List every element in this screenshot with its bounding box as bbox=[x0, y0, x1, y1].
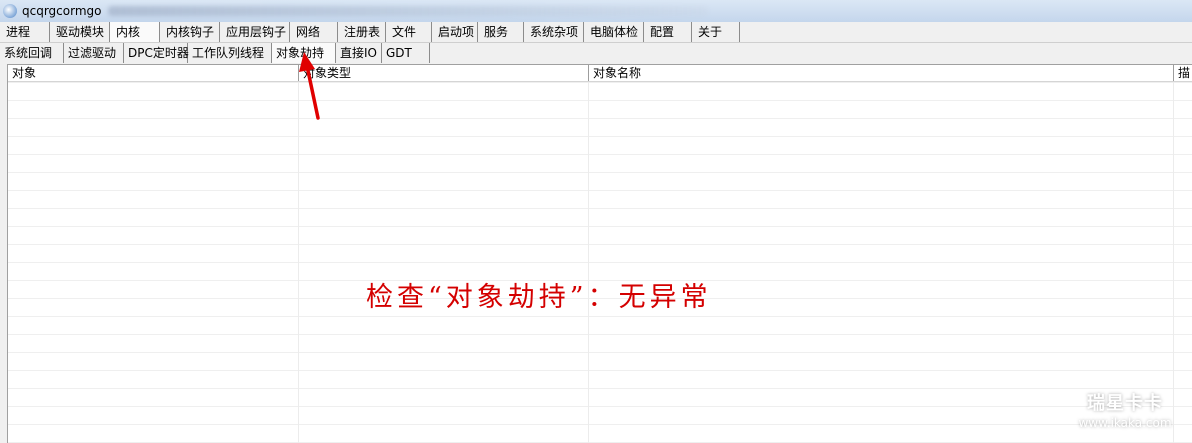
window-title: qcqrgcormgo bbox=[22, 4, 102, 18]
tab-kernel-hooks[interactable]: 内核钩子 bbox=[160, 22, 220, 42]
subtab-system-callbacks[interactable]: 系统回调 bbox=[0, 43, 64, 63]
column-divider bbox=[588, 82, 589, 443]
tab-about[interactable]: 关于 bbox=[692, 22, 740, 42]
tab-file[interactable]: 文件 bbox=[386, 22, 432, 42]
title-bar: qcqrgcormgo bbox=[0, 0, 1192, 23]
column-header-object[interactable]: 对象 bbox=[8, 65, 299, 81]
column-header-object-name[interactable]: 对象名称 bbox=[589, 65, 1174, 81]
watermark: 瑞星卡卡 www.ikaka.com bbox=[1060, 393, 1190, 439]
column-header-object-type[interactable]: 对象类型 bbox=[299, 65, 589, 81]
tab-process[interactable]: 进程 bbox=[0, 22, 50, 42]
column-divider bbox=[1173, 82, 1174, 443]
tab-driver-modules[interactable]: 驱动模块 bbox=[50, 22, 110, 42]
subtab-work-queue-threads[interactable]: 工作队列线程 bbox=[188, 43, 272, 63]
tab-pc-checkup[interactable]: 电脑体检 bbox=[584, 22, 644, 42]
tab-system-misc[interactable]: 系统杂项 bbox=[524, 22, 584, 42]
annotation-text: 检查“对象劫持”：无异常 bbox=[366, 282, 712, 313]
tab-network[interactable]: 网络 bbox=[290, 22, 338, 42]
tab-registry[interactable]: 注册表 bbox=[338, 22, 386, 42]
sub-tab-bar: 系统回调 过滤驱动 DPC定时器 工作队列线程 对象劫持 直接IO GDT bbox=[0, 43, 1192, 63]
tab-kernel[interactable]: 内核 bbox=[110, 22, 160, 42]
tab-startup[interactable]: 启动项 bbox=[432, 22, 478, 42]
subtab-filter-drivers[interactable]: 过滤驱动 bbox=[64, 43, 124, 63]
object-table[interactable]: 对象 对象类型 对象名称 描 bbox=[7, 64, 1192, 443]
main-tab-bar: 进程 驱动模块 内核 内核钩子 应用层钩子 网络 注册表 文件 启动项 服务 系… bbox=[0, 22, 1192, 43]
subtab-dpc-timers[interactable]: DPC定时器 bbox=[124, 43, 189, 63]
watermark-url: www.ikaka.com bbox=[1078, 416, 1172, 430]
table-header: 对象 对象类型 对象名称 描 bbox=[8, 65, 1192, 82]
app-icon bbox=[3, 4, 17, 18]
tab-services[interactable]: 服务 bbox=[478, 22, 524, 42]
column-header-description[interactable]: 描 bbox=[1174, 65, 1192, 81]
blurred-title-text bbox=[108, 6, 708, 16]
tab-app-hooks[interactable]: 应用层钩子 bbox=[220, 22, 290, 42]
column-divider bbox=[298, 82, 299, 443]
subtab-direct-io[interactable]: 直接IO bbox=[336, 43, 382, 63]
subtab-gdt[interactable]: GDT bbox=[382, 43, 430, 63]
tab-config[interactable]: 配置 bbox=[644, 22, 692, 42]
red-arrow-annotation bbox=[299, 52, 320, 120]
watermark-name: 瑞星卡卡 bbox=[1087, 393, 1163, 414]
